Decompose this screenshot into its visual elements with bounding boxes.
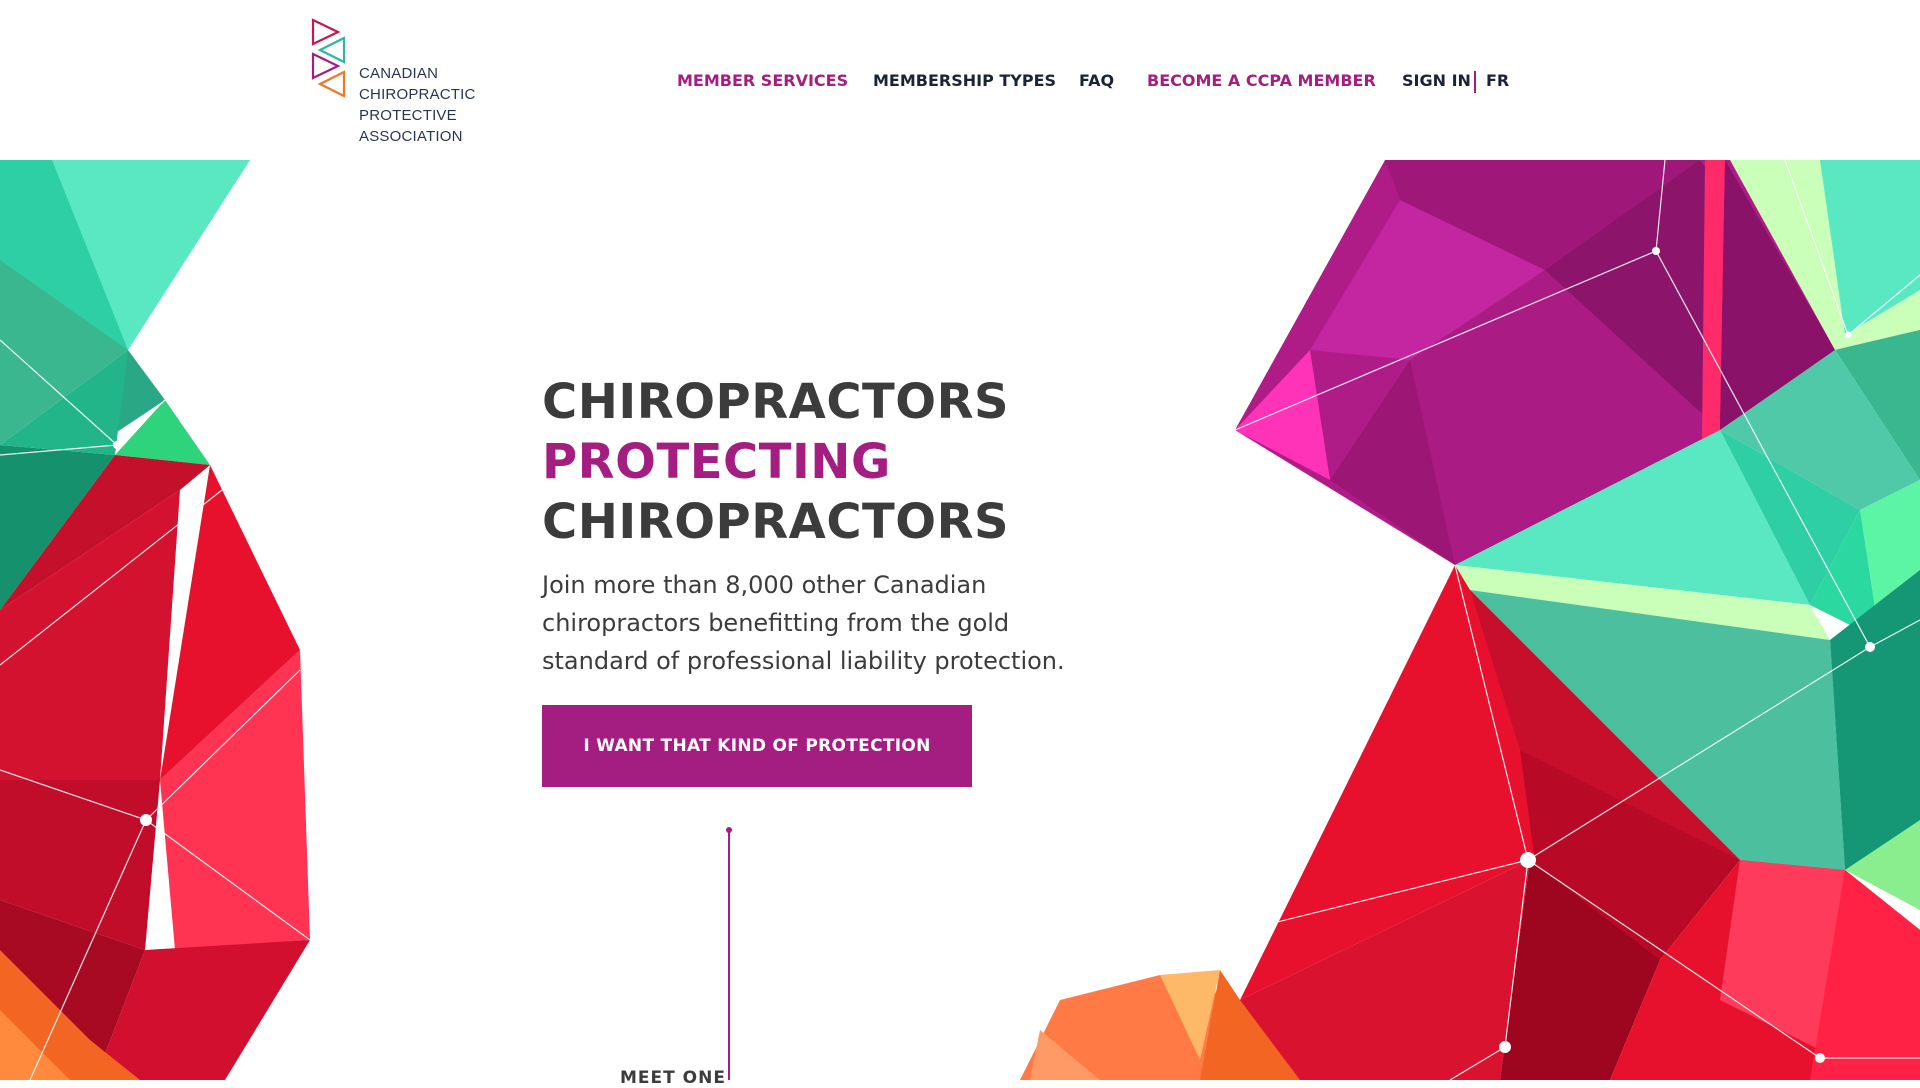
hero-title-line: CHIROPRACTORS — [542, 374, 1010, 430]
nav-separator — [1474, 71, 1476, 93]
nav-member-services[interactable]: MEMBER SERVICES — [677, 70, 848, 92]
scroll-indicator-line — [728, 830, 730, 1080]
hero-title: CHIROPRACTORS PROTECTING CHIROPRACTORS — [542, 372, 1102, 552]
nav-sign-in[interactable]: SIGN IN — [1402, 70, 1471, 92]
hero-title-line: CHIROPRACTORS — [542, 494, 1010, 550]
hero-subtitle: Join more than 8,000 other Canadian chir… — [542, 571, 1065, 675]
right-polygon-cluster — [1020, 159, 1920, 1080]
hero-title-accent: PROTECTING — [542, 434, 891, 490]
logo-line: ASSOCIATION — [359, 128, 463, 145]
logo-line: PROTECTIVE — [359, 107, 457, 124]
hero-section: CHIROPRACTORS PROTECTING CHIROPRACTORS J… — [542, 372, 1102, 680]
meet-one-label: MEET ONE — [620, 1068, 726, 1088]
main-navigation: MEMBER SERVICES MEMBERSHIP TYPES FAQ BEC… — [0, 70, 1920, 94]
nav-become-member[interactable]: BECOME A CCPA MEMBER — [1147, 70, 1376, 92]
protection-cta-button[interactable]: I WANT THAT KIND OF PROTECTION — [542, 705, 972, 787]
site-header: CANADIAN CHIROPRACTIC PROTECTIVE ASSOCIA… — [0, 0, 1920, 160]
nav-faq[interactable]: FAQ — [1079, 70, 1114, 92]
nav-language-fr[interactable]: FR — [1486, 70, 1509, 92]
left-polygon-cluster — [0, 160, 311, 1080]
nav-membership-types[interactable]: MEMBERSHIP TYPES — [873, 70, 1056, 92]
